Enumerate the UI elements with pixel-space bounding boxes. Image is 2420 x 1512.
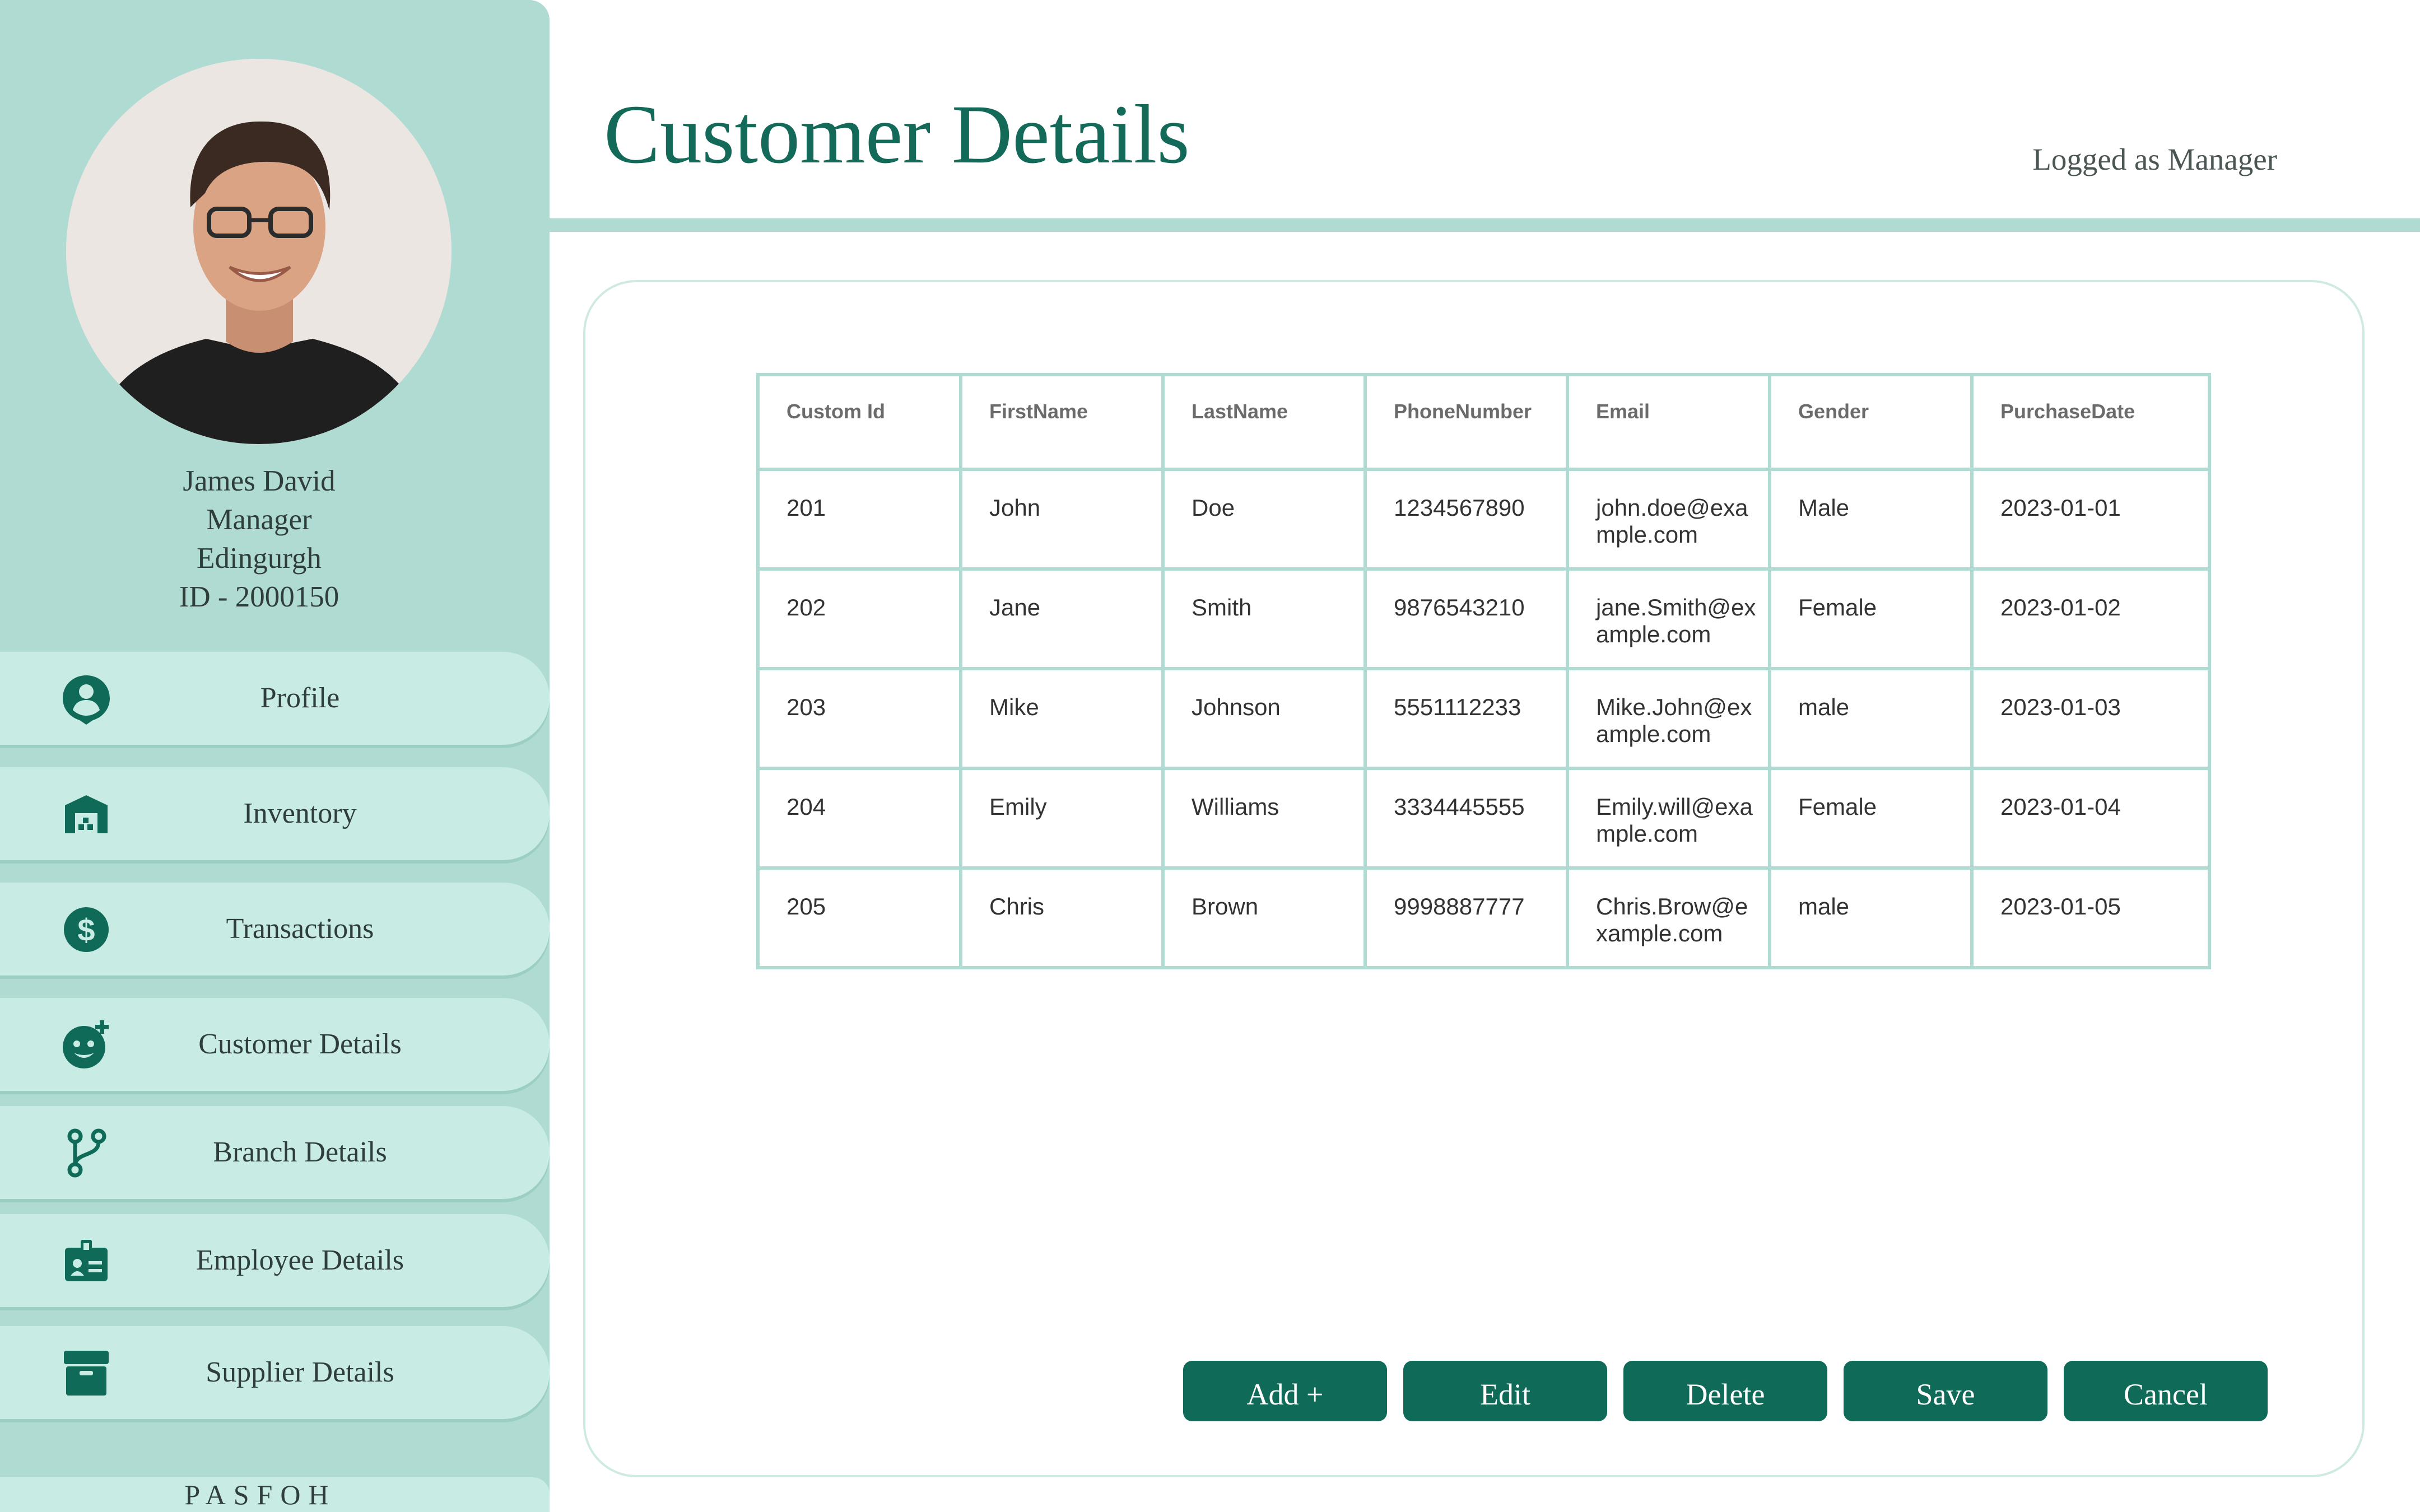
table-row[interactable]: 205 Chris Brown 9998887777 Chris.Brow@ex… [756, 866, 2211, 969]
add-face-icon [61, 1019, 112, 1071]
sidebar-item-label: Transactions [226, 913, 374, 945]
cell-email: Emily.will@example.com [1566, 767, 1771, 870]
cell-purchasedate: 2023-01-04 [1970, 767, 2211, 870]
sidebar-item-inventory[interactable]: Inventory [0, 767, 550, 860]
cell-purchasedate: 2023-01-01 [1970, 468, 2211, 571]
branch-icon [61, 1127, 112, 1179]
user-info: James David Manager Edingurgh ID - 20001… [0, 462, 518, 617]
cell-phonenumber: 3334445555 [1363, 767, 1569, 870]
cell-firstname: John [959, 468, 1165, 571]
sidebar-item-label: Inventory [243, 797, 357, 829]
user-photo [66, 59, 452, 444]
column-header-email[interactable]: Email [1566, 373, 1771, 471]
cell-firstname: Jane [959, 567, 1165, 670]
sidebar: James David Manager Edingurgh ID - 20001… [0, 0, 550, 1512]
customer-table: Custom Id FirstName LastName PhoneNumber… [756, 373, 2211, 969]
sidebar-item-customer-details[interactable]: Customer Details [0, 998, 550, 1091]
cell-email: jane.Smith@example.com [1566, 567, 1771, 670]
cell-gender: Female [1768, 767, 1974, 870]
cell-firstname: Mike [959, 667, 1165, 770]
user-id: ID - 2000150 [179, 581, 339, 613]
brand-name: PASFOH [184, 1479, 337, 1510]
header-divider [550, 218, 2420, 232]
warehouse-icon [61, 788, 112, 840]
cell-lastname: Doe [1161, 468, 1367, 571]
cell-email: john.doe@example.com [1566, 468, 1771, 571]
add-button[interactable]: Add + [1183, 1361, 1387, 1421]
table-header-row: Custom Id FirstName LastName PhoneNumber… [756, 373, 2211, 471]
cell-phonenumber: 1234567890 [1363, 468, 1569, 571]
column-header-phonenumber[interactable]: PhoneNumber [1363, 373, 1569, 471]
user-role: Manager [206, 503, 312, 536]
avatar [66, 59, 452, 444]
dollar-icon: $ [61, 904, 112, 955]
cell-lastname: Brown [1161, 866, 1367, 969]
sidebar-item-transactions[interactable]: $ Transactions [0, 883, 550, 976]
logged-as-label: Logged as Manager [2032, 142, 2277, 176]
table-row[interactable]: 204 Emily Williams 3334445555 Emily.will… [756, 767, 2211, 870]
cell-phonenumber: 5551112233 [1363, 667, 1569, 770]
cell-lastname: Johnson [1161, 667, 1367, 770]
cell-lastname: Smith [1161, 567, 1367, 670]
cell-gender: Female [1768, 567, 1974, 670]
cell-gender: Male [1768, 468, 1974, 571]
sidebar-item-label: Employee Details [196, 1244, 404, 1276]
cell-custom-id: 203 [756, 667, 962, 770]
edit-button[interactable]: Edit [1403, 1361, 1607, 1421]
sidebar-item-branch-details[interactable]: Branch Details [0, 1106, 550, 1199]
cell-purchasedate: 2023-01-03 [1970, 667, 2211, 770]
sidebar-item-label: Branch Details [213, 1136, 387, 1168]
cell-gender: male [1768, 667, 1974, 770]
table-row[interactable]: 203 Mike Johnson 5551112233 Mike.John@ex… [756, 667, 2211, 770]
column-header-lastname[interactable]: LastName [1161, 373, 1367, 471]
column-header-custom-id[interactable]: Custom Id [756, 373, 962, 471]
cell-email: Chris.Brow@example.com [1566, 866, 1771, 969]
sidebar-item-label: Supplier Details [206, 1356, 394, 1388]
cell-custom-id: 205 [756, 866, 962, 969]
cell-phonenumber: 9876543210 [1363, 567, 1569, 670]
column-header-purchasedate[interactable]: PurchaseDate [1970, 373, 2211, 471]
sidebar-item-supplier-details[interactable]: Supplier Details [0, 1326, 550, 1419]
cell-purchasedate: 2023-01-05 [1970, 866, 2211, 969]
cell-firstname: Emily [959, 767, 1165, 870]
brand-footer: PASFOH [0, 1477, 550, 1512]
cell-gender: male [1768, 866, 1974, 969]
table-row[interactable]: 201 John Doe 1234567890 john.doe@example… [756, 468, 2211, 571]
user-location: Edingurgh [197, 542, 322, 575]
column-header-gender[interactable]: Gender [1768, 373, 1974, 471]
column-header-firstname[interactable]: FirstName [959, 373, 1165, 471]
svg-text:$: $ [77, 912, 95, 948]
cancel-button[interactable]: Cancel [2064, 1361, 2268, 1421]
cell-phonenumber: 9998887777 [1363, 866, 1569, 969]
cell-purchasedate: 2023-01-02 [1970, 567, 2211, 670]
sidebar-item-label: Profile [260, 682, 340, 714]
sidebar-item-profile[interactable]: Profile [0, 652, 550, 745]
cell-custom-id: 202 [756, 567, 962, 670]
id-badge-icon [61, 1235, 112, 1287]
page-title: Customer Details [604, 88, 1190, 181]
delete-button[interactable]: Delete [1623, 1361, 1827, 1421]
cell-email: Mike.John@example.com [1566, 667, 1771, 770]
cell-firstname: Chris [959, 866, 1165, 969]
user-name: James David [183, 465, 336, 497]
profile-icon [61, 673, 112, 725]
cell-lastname: Williams [1161, 767, 1367, 870]
cell-custom-id: 204 [756, 767, 962, 870]
sidebar-item-employee-details[interactable]: Employee Details [0, 1214, 550, 1307]
cell-custom-id: 201 [756, 468, 962, 571]
archive-icon [61, 1347, 112, 1399]
save-button[interactable]: Save [1844, 1361, 2047, 1421]
table-row[interactable]: 202 Jane Smith 9876543210 jane.Smith@exa… [756, 567, 2211, 670]
sidebar-item-label: Customer Details [198, 1028, 402, 1060]
